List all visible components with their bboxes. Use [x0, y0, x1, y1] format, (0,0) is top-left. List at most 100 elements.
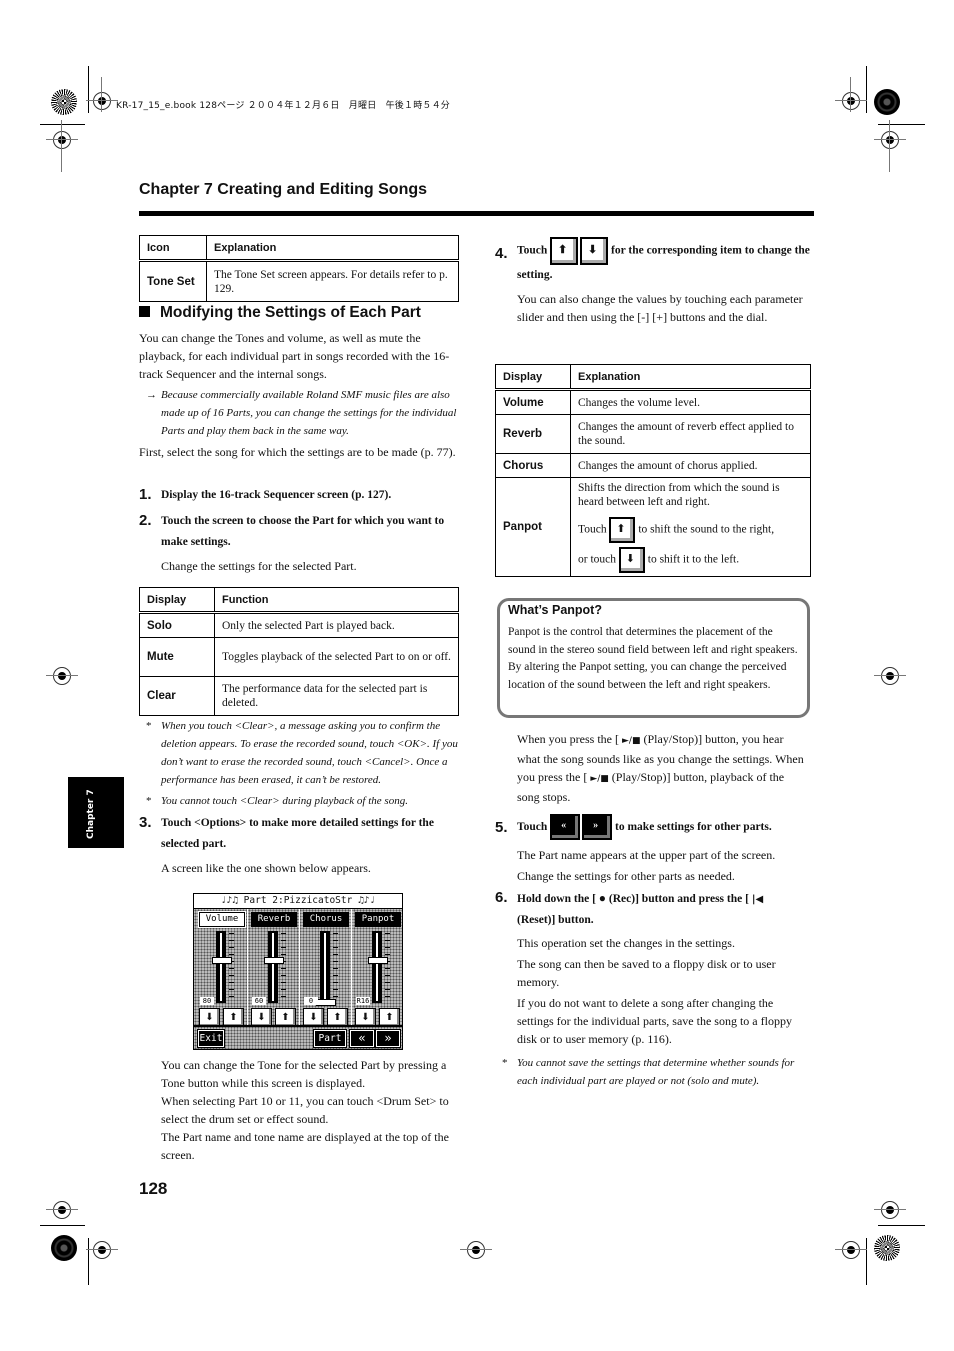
chapter-side-tab-label: Chapter 7 — [86, 789, 96, 839]
previous-part-button-icon: « — [550, 814, 581, 841]
screen-bottom-bar: Exit Part « » — [194, 1025, 402, 1049]
crop-mark — [878, 1225, 925, 1226]
next-part-button[interactable]: » — [376, 1030, 400, 1047]
panpot-right-hint: Touch ⬆ to shift the sound to the right, — [578, 517, 803, 543]
music-note-icon: ♩♪♫ — [220, 895, 244, 906]
registration-burst-top-left — [51, 89, 77, 115]
panpot-hint-text: to shift the sound to the right, — [638, 523, 775, 536]
table-key-cell: Panpot — [495, 477, 571, 577]
table-key-cell: Clear — [139, 676, 215, 716]
step-6-text-part: (Rec)] button and press the [ — [608, 893, 749, 905]
step-number: 1. — [139, 486, 152, 503]
reverb-slider[interactable] — [268, 931, 278, 1003]
clear-playback-note: You cannot touch <Clear> during playback… — [161, 795, 408, 807]
down-arrow-button-icon: ⬇ — [580, 237, 609, 265]
step-4-text: Touch ⬆ ⬇ for the corresponding item to c… — [517, 237, 817, 285]
reverb-value: 60 — [252, 997, 266, 1005]
table-value-cell: Changes the amount of reverb effect appl… — [570, 414, 811, 454]
intro-paragraph: You can change the Tones and volume, as … — [139, 331, 450, 381]
panpot-slider[interactable] — [372, 931, 382, 1003]
note-marker: * — [146, 720, 152, 732]
chapter-rule — [139, 211, 814, 216]
volume-column: Volume 80 ⬇ ⬆ — [196, 909, 248, 1027]
volume-slider[interactable] — [216, 931, 226, 1003]
table-key-cell: Mute — [139, 637, 215, 677]
registration-mark — [86, 1241, 118, 1259]
step-number: 4. — [495, 245, 508, 262]
rec-icon: ● — [598, 891, 607, 905]
section-heading-text: Modifying the Settings of Each Part — [160, 304, 421, 321]
crop-mark — [88, 1238, 89, 1285]
table-header-row: Display Function — [139, 587, 459, 614]
step-2-text: Touch the screen to choose the Part for … — [161, 515, 445, 548]
play-stop-icon: ►/■ — [621, 736, 641, 746]
panpot-hint-text: Touch — [578, 523, 607, 536]
save-note: You cannot save the settings that determ… — [517, 1057, 795, 1087]
table-row: Clear The performance data for the selec… — [139, 676, 459, 716]
step-6-sub: This operation set the changes in the se… — [517, 934, 807, 1048]
registration-burst-bottom-right — [874, 1235, 900, 1261]
step-3-sub: A screen like the one shown below appear… — [161, 861, 371, 875]
table-header-row: Display Explanation — [495, 364, 811, 391]
registration-mark — [874, 1201, 906, 1219]
step-5-touch: Touch — [517, 821, 548, 833]
table-row: Tone Set The Tone Set screen appears. Fo… — [139, 260, 459, 302]
volume-slider-knob[interactable] — [212, 957, 232, 965]
clear-note: When you touch <Clear>, a message asking… — [161, 720, 458, 786]
crop-mark — [889, 120, 890, 172]
table-header-cell: Explanation — [570, 364, 811, 391]
print-header-meta: KR-17_15_e.book 128ページ ２００４年１２月６日 月曜日 午後… — [116, 101, 450, 111]
table-key-cell: Tone Set — [139, 260, 207, 302]
crop-mark — [878, 124, 925, 125]
chapter-side-tab: Chapter 7 — [68, 777, 124, 848]
panpot-slider-knob[interactable] — [368, 957, 388, 965]
play-stop-icon: ►/■ — [590, 774, 609, 784]
volume-tab[interactable]: Volume — [199, 912, 245, 927]
chorus-slider-knob[interactable] — [316, 999, 336, 1006]
part-settings-screen: ♩♪♫ Part 2:PizzicatoStr ♫♪♩ Volume 80 ⬇ … — [193, 893, 403, 1050]
step-3-text: Touch <Options> to make more detailed se… — [161, 817, 434, 850]
next-part-button-icon: » — [582, 814, 613, 841]
square-bullet-icon — [139, 306, 150, 317]
registration-mark — [86, 92, 118, 110]
registration-mark — [46, 131, 78, 149]
step-6-text: Hold down the [ ● (Rec)] button and pres… — [517, 888, 812, 931]
table-value-cell: Only the selected Part is played back. — [214, 612, 459, 638]
chorus-slider[interactable] — [320, 931, 330, 1003]
play-stop-paragraph: When you press the [ ►/■ (Play/Stop)] bu… — [517, 730, 807, 806]
panpot-tab[interactable]: Panpot — [355, 912, 401, 927]
registration-mark — [874, 667, 906, 685]
table-value-cell: The performance data for the selected pa… — [214, 676, 459, 716]
step-number: 2. — [139, 512, 152, 529]
screen-title: Part 2:PizzicatoStr — [243, 895, 353, 906]
lcd-caption: You can change the Tone for the selected… — [161, 1056, 461, 1164]
panpot-description: Shifts the direction from which the soun… — [578, 482, 780, 508]
reverb-slider-knob[interactable] — [264, 957, 284, 965]
callout-title: What’s Panpot? — [508, 603, 602, 617]
table-header-row: Icon Explanation — [139, 235, 459, 262]
chorus-tab[interactable]: Chorus — [303, 912, 349, 927]
step-4-sub: You can also change the values by touchi… — [517, 292, 803, 324]
slider-scale — [385, 933, 390, 1001]
step-number: 6. — [495, 889, 508, 906]
crop-mark — [61, 120, 62, 172]
table-row: Volume Changes the volume level. — [495, 389, 811, 415]
up-arrow-button-icon: ⬆ — [609, 517, 636, 543]
down-arrow-button-icon: ⬇ — [618, 547, 645, 573]
panpot-column: Panpot R16 ⬇ ⬆ — [352, 909, 403, 1027]
step-5-rest: to make settings for other parts. — [615, 821, 772, 833]
table-value-cell: Toggles playback of the selected Part to… — [214, 637, 459, 677]
volume-value: 80 — [200, 997, 214, 1005]
step-5-sub-line: Change the settings for other parts as n… — [517, 869, 735, 883]
reverb-column: Reverb 60 ⬇ ⬆ — [248, 909, 300, 1027]
table-header-cell: Display — [495, 364, 571, 391]
step-number: 3. — [139, 814, 152, 831]
reverb-tab[interactable]: Reverb — [251, 912, 297, 927]
step-5-text: Touch «» to make settings for other part… — [517, 813, 817, 841]
panpot-hint-text: to shift it to the left. — [647, 553, 740, 566]
exit-button[interactable]: Exit — [198, 1030, 224, 1047]
part-button[interactable]: Part — [314, 1030, 346, 1047]
registration-mark — [835, 1241, 867, 1259]
arrow-note: Because commercially available Roland SM… — [161, 389, 457, 437]
previous-part-button[interactable]: « — [350, 1030, 374, 1047]
